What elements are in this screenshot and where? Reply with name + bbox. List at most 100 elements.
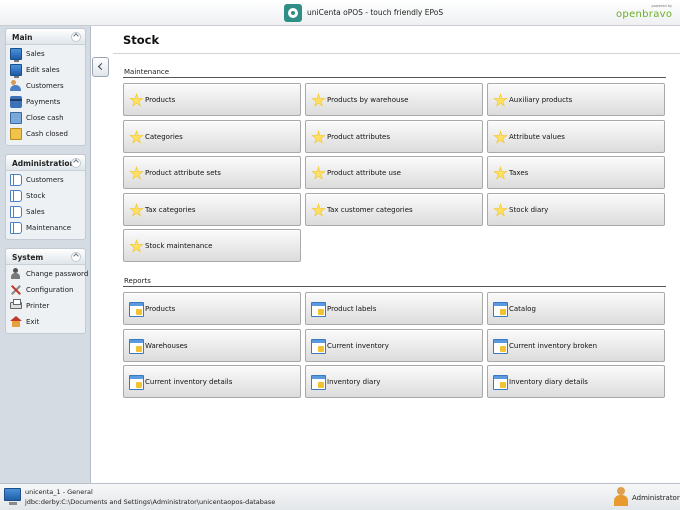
taxes-button[interactable]: Taxes bbox=[487, 156, 665, 189]
report-products-button[interactable]: Products bbox=[123, 292, 301, 325]
home-icon bbox=[10, 316, 22, 328]
star-icon bbox=[311, 166, 326, 180]
sidebar-item-close-cash[interactable]: Close cash bbox=[6, 110, 85, 126]
status-bar: unicenta_1 - General jdbc:derby:C:\Docum… bbox=[0, 483, 680, 510]
star-icon bbox=[311, 203, 326, 217]
collapse-up-icon[interactable] bbox=[71, 32, 81, 42]
star-icon bbox=[129, 93, 144, 107]
sidebar-item-label: Sales bbox=[26, 208, 45, 216]
report-warehouses-button[interactable]: Warehouses bbox=[123, 329, 301, 362]
report-icon bbox=[311, 302, 326, 317]
host-info: unicenta_1 - General bbox=[25, 488, 93, 496]
sidebar-item-sales[interactable]: Sales bbox=[6, 46, 85, 62]
sidebar-item-admin-customers[interactable]: Customers bbox=[6, 172, 85, 188]
report-current-inventory-button[interactable]: Current inventory bbox=[305, 329, 483, 362]
sidebar-item-cash-closed[interactable]: Cash closed bbox=[6, 126, 85, 142]
button-label: Current inventory details bbox=[145, 378, 233, 386]
sidebar-item-label: Exit bbox=[26, 318, 40, 326]
sidebar-item-label: Configuration bbox=[26, 286, 74, 294]
administration-panel-header[interactable]: Administration bbox=[6, 155, 85, 171]
report-icon bbox=[129, 375, 144, 390]
star-icon bbox=[129, 203, 144, 217]
star-icon bbox=[129, 130, 144, 144]
sidebar-item-payments[interactable]: Payments bbox=[6, 94, 85, 110]
star-icon bbox=[493, 130, 508, 144]
stock-maintenance-button[interactable]: Stock maintenance bbox=[123, 229, 301, 262]
sidebar-item-label: Stock bbox=[26, 192, 46, 200]
products-by-warehouse-button[interactable]: Products by warehouse bbox=[305, 83, 483, 116]
monitor-icon bbox=[4, 488, 21, 505]
book-icon bbox=[10, 206, 22, 218]
database-path: jdbc:derby:C:\Documents and Settings\Adm… bbox=[25, 498, 276, 506]
button-label: Tax categories bbox=[145, 206, 196, 214]
star-icon bbox=[311, 93, 326, 107]
reports-divider bbox=[123, 286, 666, 287]
tax-customer-categories-button[interactable]: Tax customer categories bbox=[305, 193, 483, 226]
sidebar-item-exit[interactable]: Exit bbox=[6, 314, 85, 330]
system-panel-header[interactable]: System bbox=[6, 249, 85, 265]
sidebar-item-label: Change password bbox=[26, 270, 89, 278]
stock-diary-button[interactable]: Stock diary bbox=[487, 193, 665, 226]
sidebar-item-edit-sales[interactable]: Edit sales bbox=[6, 62, 85, 78]
auxiliary-products-button[interactable]: Auxiliary products bbox=[487, 83, 665, 116]
system-panel-title: System bbox=[12, 253, 44, 262]
current-user[interactable]: Administrator bbox=[632, 494, 680, 502]
report-icon bbox=[129, 339, 144, 354]
sidebar-item-stock[interactable]: Stock bbox=[6, 188, 85, 204]
product-attributes-button[interactable]: Product attributes bbox=[305, 120, 483, 153]
sidebar-item-customers[interactable]: Customers bbox=[6, 78, 85, 94]
star-icon bbox=[129, 166, 144, 180]
report-icon bbox=[493, 339, 508, 354]
sidebar-item-maintenance[interactable]: Maintenance bbox=[6, 220, 85, 236]
user-icon[interactable] bbox=[614, 487, 628, 507]
sidebar-item-printer[interactable]: Printer bbox=[6, 298, 85, 314]
button-label: Products bbox=[145, 305, 176, 313]
collapse-up-icon[interactable] bbox=[71, 252, 81, 262]
product-attribute-use-button[interactable]: Product attribute use bbox=[305, 156, 483, 189]
close-cash-icon bbox=[10, 112, 22, 124]
book-icon bbox=[10, 190, 22, 202]
report-inventory-diary-button[interactable]: Inventory diary bbox=[305, 365, 483, 398]
star-icon bbox=[311, 130, 326, 144]
categories-button[interactable]: Categories bbox=[123, 120, 301, 153]
product-attribute-sets-button[interactable]: Product attribute sets bbox=[123, 156, 301, 189]
title-bar: uniCenta oPOS - touch friendly EPoS powe… bbox=[0, 0, 680, 26]
report-current-inventory-details-button[interactable]: Current inventory details bbox=[123, 365, 301, 398]
window-title: uniCenta oPOS - touch friendly EPoS bbox=[307, 8, 444, 17]
attribute-values-button[interactable]: Attribute values bbox=[487, 120, 665, 153]
report-icon bbox=[129, 302, 144, 317]
sidebar-item-configuration[interactable]: Configuration bbox=[6, 282, 85, 298]
button-label: Products bbox=[145, 96, 176, 104]
brand-name: openbravo bbox=[616, 9, 673, 20]
button-label: Attribute values bbox=[509, 133, 565, 141]
sidebar-item-label: Customers bbox=[26, 176, 64, 184]
tax-categories-button[interactable]: Tax categories bbox=[123, 193, 301, 226]
sidebar-item-label: Close cash bbox=[26, 114, 64, 122]
collapse-up-icon[interactable] bbox=[71, 158, 81, 168]
sidebar-item-label: Sales bbox=[26, 50, 45, 58]
report-catalog-button[interactable]: Catalog bbox=[487, 292, 665, 325]
system-panel: System Change password Configuration Pri… bbox=[5, 248, 89, 334]
button-label: Inventory diary bbox=[327, 378, 381, 386]
main-panel: Main Sales Edit sales Customers Payments… bbox=[5, 28, 86, 146]
report-current-inventory-broken-button[interactable]: Current inventory broken bbox=[487, 329, 665, 362]
button-label: Stock maintenance bbox=[145, 242, 213, 250]
button-label: Product labels bbox=[327, 305, 377, 313]
printer-icon bbox=[10, 299, 22, 309]
monitor-icon bbox=[10, 48, 22, 62]
button-label: Product attribute sets bbox=[145, 169, 221, 177]
report-inventory-diary-details-button[interactable]: Inventory diary details bbox=[487, 365, 665, 398]
card-icon bbox=[10, 96, 22, 108]
report-product-labels-button[interactable]: Product labels bbox=[305, 292, 483, 325]
button-label: Categories bbox=[145, 133, 183, 141]
sidebar-toggle-button[interactable] bbox=[92, 57, 109, 77]
folder-icon bbox=[10, 128, 22, 140]
products-button[interactable]: Products bbox=[123, 83, 301, 116]
sidebar-item-change-password[interactable]: Change password bbox=[6, 266, 89, 282]
administration-panel: Administration Customers Stock Sales Mai… bbox=[5, 154, 86, 240]
button-label: Product attribute use bbox=[327, 169, 401, 177]
sidebar-item-label: Customers bbox=[26, 82, 64, 90]
users-icon bbox=[10, 80, 22, 92]
sidebar-item-admin-sales[interactable]: Sales bbox=[6, 204, 85, 220]
main-panel-header[interactable]: Main bbox=[6, 29, 85, 45]
